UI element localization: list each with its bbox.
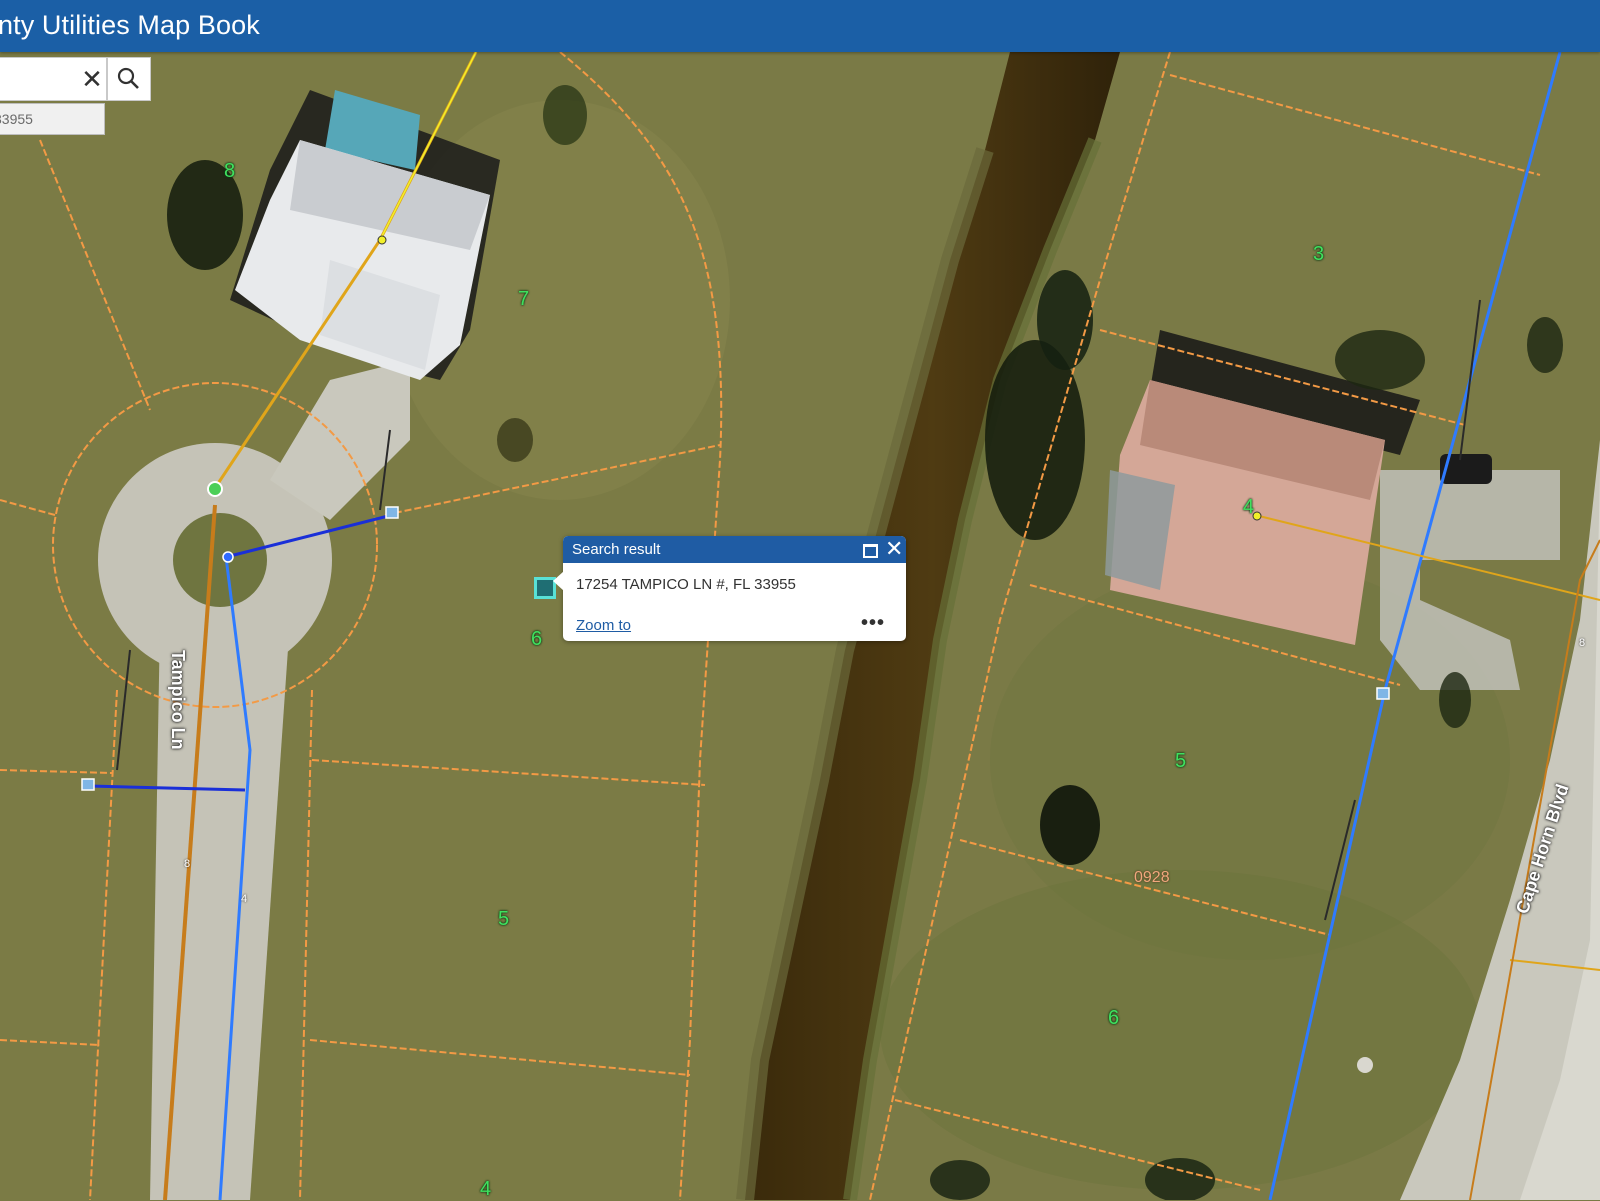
more-actions-button[interactable]: ••• bbox=[861, 612, 885, 635]
parcel-number: 4 bbox=[480, 1178, 492, 1200]
search-result-popup: Search result ✕ 17254 TAMPICO LN #, FL 3… bbox=[553, 536, 906, 641]
pipe-size-label: 8 bbox=[1579, 637, 1586, 649]
parcel-number: 3 bbox=[1313, 243, 1325, 265]
search-button[interactable] bbox=[107, 57, 151, 101]
parcel-number: 8 bbox=[224, 160, 236, 182]
meter-icon bbox=[1376, 687, 1390, 700]
parcel-number: 7 bbox=[518, 288, 530, 310]
meter-icon bbox=[385, 506, 399, 519]
parcel-number: 6 bbox=[1108, 1007, 1120, 1029]
clear-search-button[interactable]: ✕ bbox=[78, 64, 106, 94]
parcel-number: 6 bbox=[531, 628, 543, 650]
app-header: nty Utilities Map Book bbox=[0, 0, 1600, 52]
app-title: nty Utilities Map Book bbox=[0, 10, 260, 40]
close-popup-button[interactable]: ✕ bbox=[885, 537, 903, 561]
search-icon bbox=[117, 67, 139, 89]
lot-label: 0928 bbox=[1134, 869, 1170, 886]
zoom-to-link[interactable]: Zoom to bbox=[576, 617, 631, 634]
pipe-size-label: 4 bbox=[241, 893, 248, 905]
parcel-number: 5 bbox=[498, 908, 510, 930]
street-label-tampico: Tampico Ln bbox=[168, 650, 188, 750]
pipe-size-label: 8 bbox=[184, 858, 191, 870]
meter-icon bbox=[81, 778, 95, 791]
maximize-icon[interactable] bbox=[863, 544, 878, 558]
valve-node bbox=[207, 481, 223, 497]
parcel-number: 4 bbox=[1243, 496, 1255, 518]
popup-header: Search result ✕ bbox=[563, 536, 906, 563]
search-suggestion-item[interactable]: 33955 bbox=[0, 103, 105, 135]
parcel-number: 5 bbox=[1175, 750, 1187, 772]
popup-address: 17254 TAMPICO LN #, FL 33955 bbox=[576, 576, 796, 593]
popup-pointer bbox=[553, 571, 564, 591]
popup-title: Search result bbox=[572, 541, 661, 558]
search-input[interactable]: ✕ bbox=[0, 57, 107, 101]
